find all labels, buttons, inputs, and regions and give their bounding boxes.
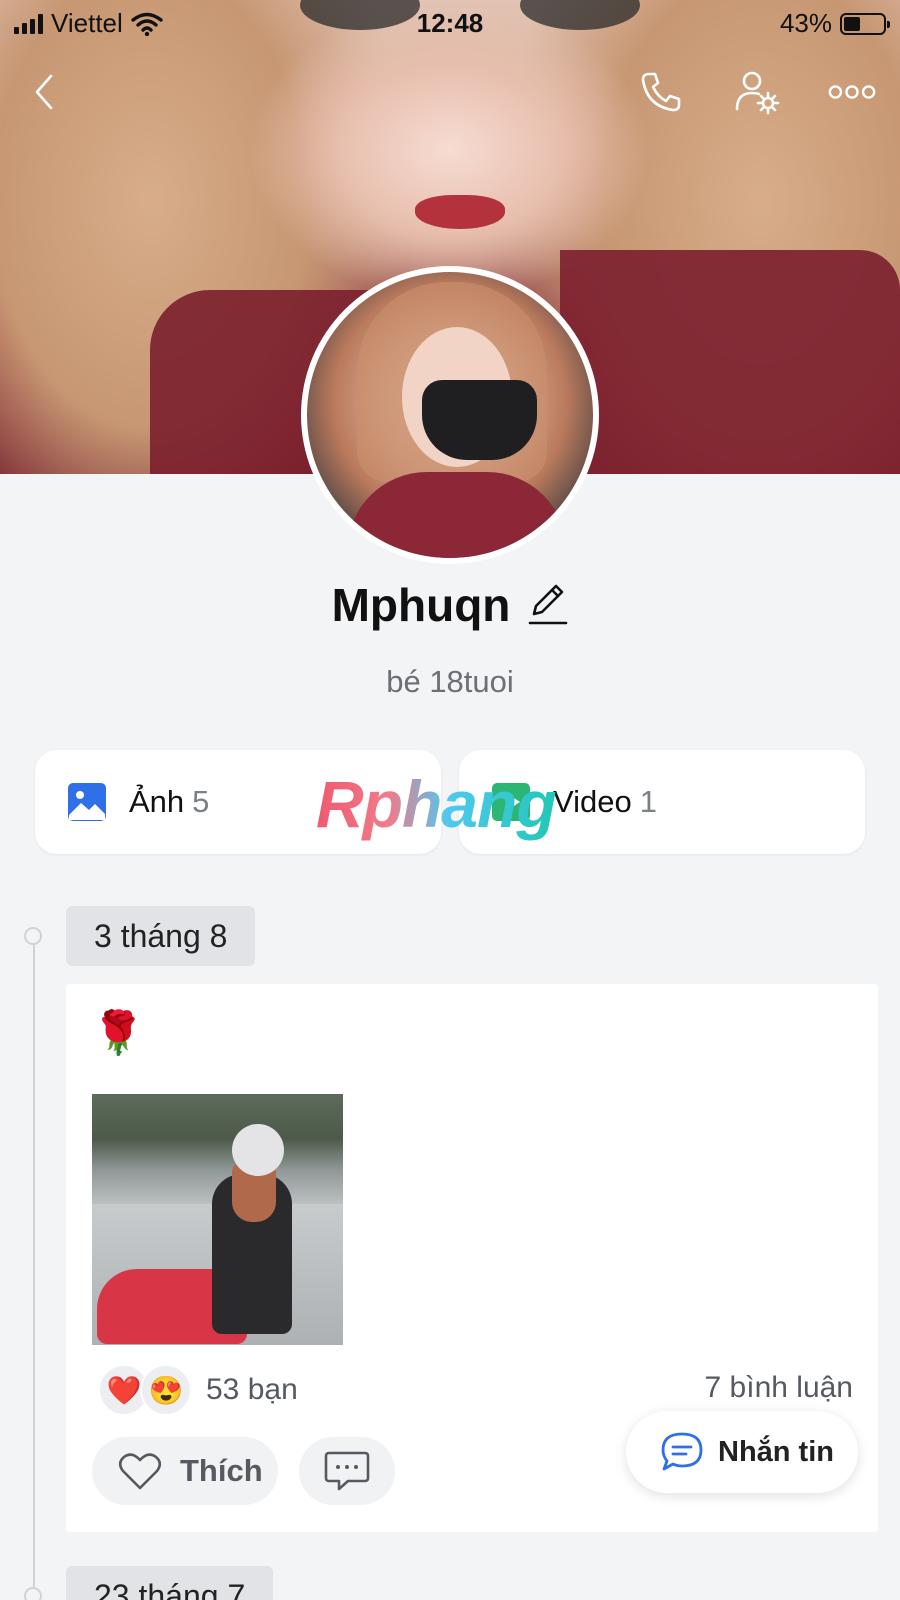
watermark: Rphang <box>316 767 557 841</box>
battery-percent: 43% <box>779 8 832 38</box>
back-button[interactable] <box>20 68 68 116</box>
edit-name-button[interactable] <box>528 580 568 631</box>
avatar-detail <box>422 380 537 460</box>
more-dots-icon <box>828 85 876 99</box>
avatar-detail <box>347 472 567 558</box>
cover-detail <box>560 250 900 474</box>
photo-detail <box>232 1124 284 1176</box>
heart-icon <box>118 1453 162 1490</box>
profile-settings-button[interactable] <box>733 68 781 116</box>
avatar[interactable] <box>301 266 599 564</box>
profile-name-row: Mphuqn <box>0 578 900 632</box>
reaction-count: 53 bạn <box>206 1373 298 1406</box>
battery-group: 43% <box>779 8 890 39</box>
like-button[interactable]: Thích <box>92 1437 278 1505</box>
videos-count: 1 <box>639 784 657 819</box>
timeline-line <box>33 930 35 1600</box>
profile-name: Mphuqn <box>331 579 511 631</box>
post-photo[interactable] <box>92 1094 343 1345</box>
photos-label: Ảnh <box>129 784 185 819</box>
user-settings-icon <box>735 71 780 115</box>
comment-button[interactable] <box>299 1437 395 1505</box>
clock: 12:48 <box>416 8 484 38</box>
status-bar: Viettel 12:48 43% <box>0 0 900 46</box>
phone-icon <box>641 72 681 112</box>
photos-count: 5 <box>192 784 210 819</box>
timeline-dot <box>24 927 42 945</box>
like-label: Thích <box>180 1453 263 1488</box>
timeline-date: 3 tháng 8 <box>66 906 256 966</box>
chat-bubble-icon <box>661 1432 703 1471</box>
battery-icon <box>840 12 890 35</box>
avatar-image <box>307 272 593 558</box>
post-text: 🌹 <box>92 1009 145 1056</box>
heart-eyes-reaction-icon: 😍 <box>140 1364 192 1416</box>
more-button[interactable] <box>828 68 876 116</box>
call-button[interactable] <box>637 68 685 116</box>
videos-label: Video <box>553 784 632 819</box>
comment-count[interactable]: 7 bình luận <box>705 1371 853 1405</box>
cover-detail <box>415 195 505 229</box>
message-label: Nhắn tin <box>718 1435 834 1468</box>
image-icon <box>68 783 106 821</box>
comment-icon <box>324 1451 370 1491</box>
timeline-date: 23 tháng 7 <box>66 1566 274 1600</box>
profile-bio: bé 18tuoi <box>386 664 514 699</box>
pencil-icon <box>529 584 568 624</box>
message-button[interactable]: Nhắn tin <box>626 1411 858 1493</box>
reaction-summary[interactable]: ❤️ 😍 53 bạn <box>98 1364 298 1416</box>
chevron-left-icon <box>35 74 53 110</box>
timeline-dot <box>24 1587 42 1600</box>
